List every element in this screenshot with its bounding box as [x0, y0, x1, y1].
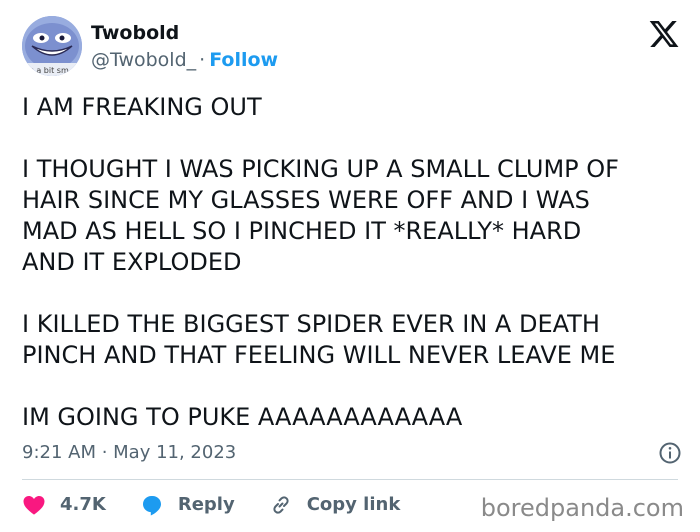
follow-button[interactable]: Follow: [209, 49, 278, 71]
copy-link-button[interactable]: Copy link: [269, 493, 401, 517]
reply-label: Reply: [177, 494, 235, 515]
reply-button[interactable]: Reply: [140, 493, 235, 517]
handle[interactable]: @Twobold_: [91, 49, 196, 71]
action-bar: 4.7K Reply Copy link: [22, 490, 434, 520]
avatar-caption: ks a bit sm: [25, 66, 69, 75]
timestamp[interactable]: 9:21 AM · May 11, 2023: [22, 441, 236, 465]
heart-icon: [23, 496, 45, 515]
author-info: Twobold @Twobold_ · Follow: [91, 22, 278, 72]
display-name[interactable]: Twobold: [91, 22, 278, 44]
like-button[interactable]: 4.7K: [22, 493, 106, 517]
tweet-card: ks a bit sm Twobold @Twobold_ · Follow I A…: [0, 0, 700, 532]
info-icon[interactable]: [658, 441, 682, 465]
like-count: 4.7K: [60, 494, 106, 515]
divider: [22, 479, 678, 480]
tweet-header: ks a bit sm Twobold @Twobold_ · Follow: [22, 14, 682, 78]
reply-bubble-icon: [142, 496, 161, 516]
tweet-paragraph: I AM FREAKING OUT: [22, 93, 262, 121]
tweet-text: I AM FREAKING OUT I THOUGHT I WAS PICKIN…: [22, 92, 682, 433]
copy-link-label: Copy link: [306, 494, 401, 515]
x-logo-icon[interactable]: [648, 18, 680, 50]
watermark: boredpanda.com: [480, 494, 684, 522]
separator-dot: ·: [199, 49, 206, 71]
link-icon: [273, 496, 289, 514]
handle-row: @Twobold_ · Follow: [91, 48, 278, 72]
tweet-paragraph: IM GOING TO PUKE AAAAAAAAAAAA: [22, 403, 463, 431]
tweet-paragraph: I THOUGHT I WAS PICKING UP A SMALL CLUMP…: [22, 155, 619, 276]
tweet-paragraph: I KILLED THE BIGGEST SPIDER EVER IN A DE…: [22, 310, 616, 369]
avatar-image: ks a bit sm: [22, 16, 82, 76]
avatar[interactable]: ks a bit sm: [22, 16, 82, 76]
